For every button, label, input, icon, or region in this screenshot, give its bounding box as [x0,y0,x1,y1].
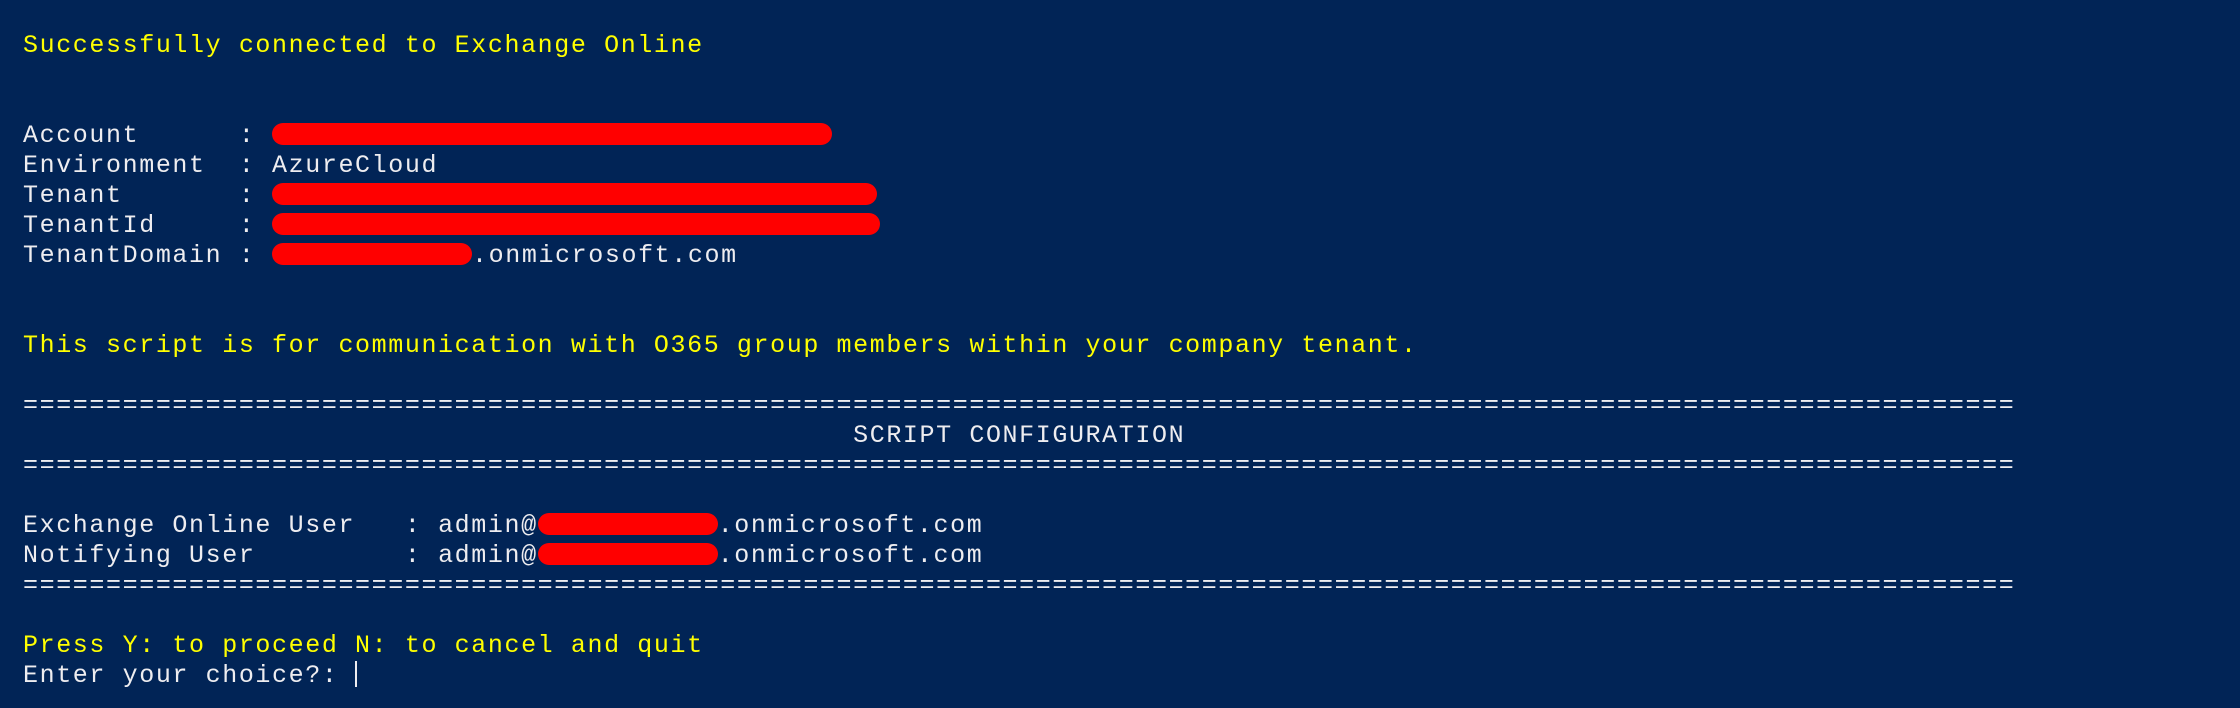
tenant-label: Tenant : [23,181,273,210]
exchange-user-suffix: .onmicrosoft.com [717,511,984,540]
powershell-console: Successfully connected to Exchange Onlin… [23,31,2015,691]
text-cursor [355,661,358,687]
exchange-user-label: Exchange Online User : [23,511,439,540]
tenantdomain-label: TenantDomain : [23,241,273,270]
tenantid-label: TenantId : [23,211,273,240]
prompt-message: Press Y: to proceed N: to cancel and qui… [23,631,704,660]
tenantdomain-row: TenantDomain : .onmicrosoft.com [23,241,2015,271]
separator: ========================================… [23,451,2016,480]
separator: ========================================… [23,391,2016,420]
notifying-user-prefix: admin@ [438,541,538,570]
redaction [537,543,718,565]
separator: ========================================… [23,571,2016,600]
connection-message: Successfully connected to Exchange Onlin… [23,31,704,60]
tenant-row: Tenant : [23,181,2015,211]
notifying-user-label: Notifying User : [23,541,439,570]
notifying-user-row: Notifying User : admin@ .onmicrosoft.com [23,541,2015,571]
exchange-user-row: Exchange Online User : admin@ .onmicrosof… [23,511,2015,541]
redaction [272,123,833,145]
intro-message: This script is for communication with O3… [23,331,1418,360]
redaction [272,213,881,235]
input-label: Enter your choice?: [23,661,356,690]
notifying-user-suffix: .onmicrosoft.com [717,541,984,570]
environment-value: AzureCloud [272,151,439,180]
environment-row: Environment : AzureCloud [23,151,2015,181]
account-label: Account : [23,121,273,150]
redaction [272,243,473,265]
account-row: Account : [23,121,2015,151]
input-line[interactable]: Enter your choice?: [23,661,2015,691]
tenantdomain-value: .onmicrosoft.com [472,241,738,270]
redaction [537,513,718,535]
exchange-user-prefix: admin@ [438,511,538,540]
config-title: SCRIPT CONFIGURATION [23,421,1186,450]
environment-label: Environment : [23,151,273,180]
tenantid-row: TenantId : [23,211,2015,241]
redaction [272,183,878,205]
